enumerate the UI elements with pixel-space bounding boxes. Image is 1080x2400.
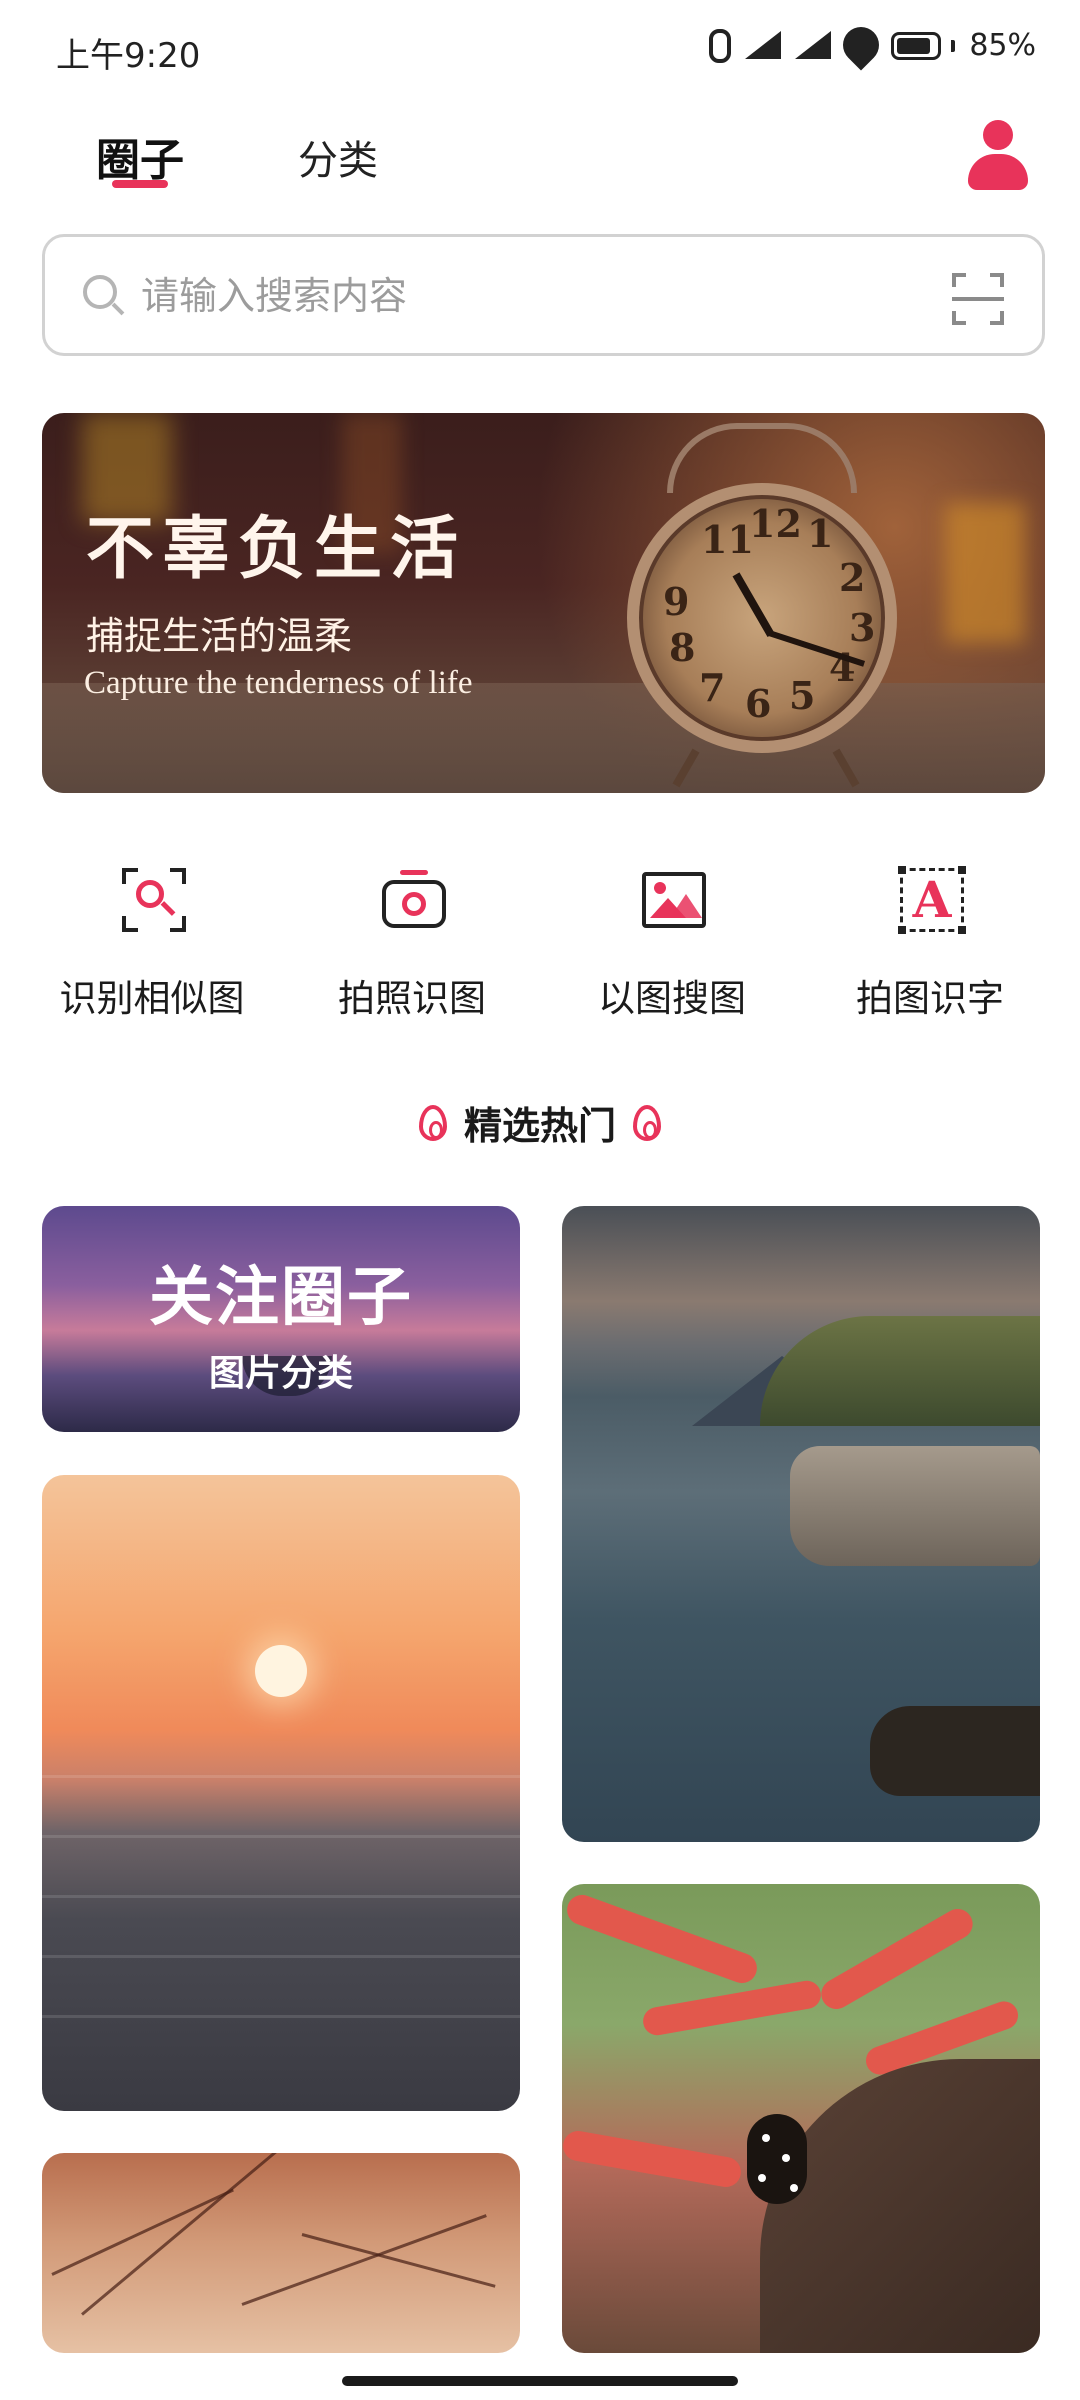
battery-icon xyxy=(891,31,942,60)
follow-card-title: 关注圈子 xyxy=(149,1261,413,1335)
status-time: 上午9:20 xyxy=(56,36,201,76)
banner-subtitle: 捕捉生活的温柔 xyxy=(86,614,353,658)
similar-image-icon xyxy=(122,868,186,932)
follow-card-subtitle: 图片分类 xyxy=(208,1353,353,1394)
image-card-lake-rocks[interactable] xyxy=(562,1206,1040,1842)
quick-actions: 识别相似图 拍照识图 以图搜图 A 拍图识字 xyxy=(0,866,1080,1028)
action-label: 拍图识字 xyxy=(856,977,1004,1020)
scan-icon[interactable] xyxy=(952,273,1004,325)
tab-categories[interactable]: 分类 xyxy=(298,128,378,186)
clock-number: 1 xyxy=(807,511,834,556)
battery-percent: 85% xyxy=(969,28,1036,63)
clock-number: 7 xyxy=(699,665,726,710)
tab-circles[interactable]: 圈子 xyxy=(96,124,184,188)
camera-icon xyxy=(382,868,446,932)
battery-fill xyxy=(897,37,930,54)
action-text-recognize[interactable]: A 拍图识字 xyxy=(820,866,1040,1020)
clock-number: 6 xyxy=(745,681,772,726)
clock-number: 2 xyxy=(839,555,866,600)
section-header: 精选热门 xyxy=(0,1095,1080,1155)
clock-number: 5 xyxy=(789,673,816,718)
alarm-clock-illustration: 11 12 1 2 3 4 5 6 7 8 9 xyxy=(627,483,897,753)
clock-number: 9 xyxy=(663,579,690,624)
clock-number: 3 xyxy=(849,605,876,650)
status-bar: 上午9:20 85% xyxy=(0,0,1080,100)
search-input[interactable] xyxy=(141,263,901,329)
user-icon-body xyxy=(968,154,1028,190)
promo-banner[interactable]: 11 12 1 2 3 4 5 6 7 8 9 不辜负生活 捕捉生活的温柔 Ca… xyxy=(42,413,1045,793)
banner-title: 不辜负生活 xyxy=(86,509,467,589)
clock-number: 12 xyxy=(749,501,802,546)
text-recognition-icon: A xyxy=(898,866,966,934)
text-icon-letter: A xyxy=(912,870,952,929)
follow-circles-card[interactable]: 关注圈子 图片分类 xyxy=(42,1206,520,1432)
action-label: 以图搜图 xyxy=(598,977,746,1020)
wifi-icon xyxy=(841,29,881,63)
image-card-forest[interactable] xyxy=(42,2153,520,2353)
clock-number: 8 xyxy=(669,625,696,670)
active-tab-indicator xyxy=(112,180,168,188)
action-label: 识别相似图 xyxy=(59,977,245,1020)
header-tabs: 圈子 分类 xyxy=(0,110,1080,210)
search-icon xyxy=(83,275,125,316)
action-image-search[interactable]: 以图搜图 xyxy=(562,868,782,1020)
clock-number: 11 xyxy=(701,517,754,562)
flame-icon xyxy=(633,1104,662,1141)
action-photo-recognize[interactable]: 拍照识图 xyxy=(302,868,522,1020)
signal-icon xyxy=(791,29,832,63)
flame-icon xyxy=(418,1104,447,1141)
banner-subtitle-en: Capture the tenderness of life xyxy=(84,665,473,701)
user-icon-head xyxy=(983,120,1013,150)
bluetooth-icon xyxy=(709,28,732,63)
image-card-butterfly[interactable] xyxy=(562,1884,1040,2353)
status-icons: 85% xyxy=(709,28,1036,63)
image-card-sunset-sea[interactable] xyxy=(42,1475,520,2111)
picture-search-icon xyxy=(642,868,706,932)
search-bar[interactable] xyxy=(42,234,1045,356)
section-title: 精选热门 xyxy=(463,1104,616,1148)
action-similar-image[interactable]: 识别相似图 xyxy=(42,868,262,1020)
action-label: 拍照识图 xyxy=(338,977,486,1020)
battery-tip xyxy=(951,39,956,52)
signal-icon xyxy=(741,29,782,63)
user-icon[interactable] xyxy=(968,120,1028,190)
home-indicator[interactable] xyxy=(342,2376,738,2386)
